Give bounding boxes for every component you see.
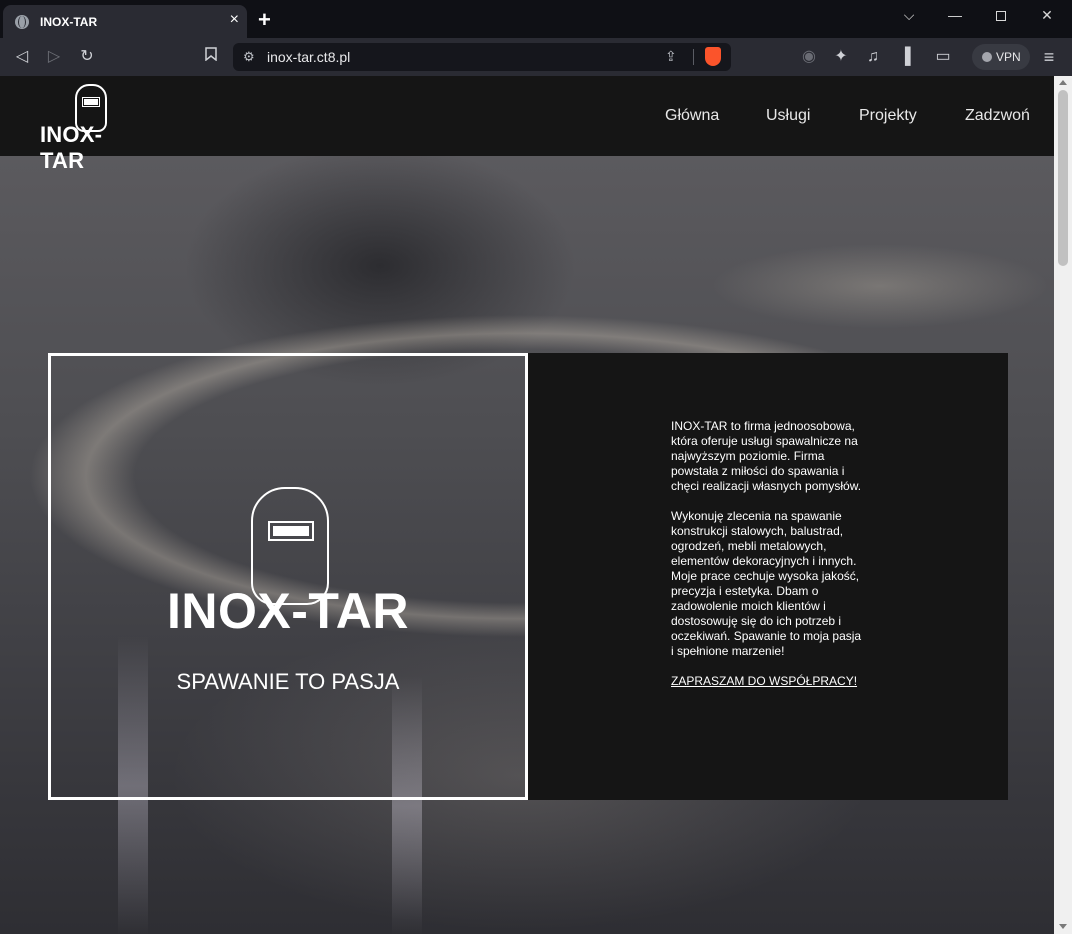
scroll-up-arrow-icon[interactable] bbox=[1059, 80, 1067, 85]
nav-link-uslugi[interactable]: Usługi bbox=[766, 107, 810, 125]
browser-tab[interactable]: INOX-TAR × bbox=[3, 5, 247, 38]
brave-rewards-icon[interactable]: ◉ bbox=[799, 47, 819, 67]
wallet-icon[interactable]: ▭ bbox=[933, 47, 953, 67]
tab-search-chevron-icon[interactable]: ⌵ bbox=[886, 0, 932, 32]
extensions-icon[interactable]: ✦ bbox=[831, 47, 851, 67]
browser-toolbar: ◁ ▷ ↻ ⚙ inox-tar.ct8.pl ⇪ ◉ ✦ ♫ ▐ ▭ VPN … bbox=[0, 38, 1072, 76]
address-bar[interactable]: ⚙ inox-tar.ct8.pl ⇪ bbox=[233, 43, 731, 71]
close-window-button[interactable]: ✕ bbox=[1024, 0, 1070, 32]
hero-title: INOX-TAR bbox=[167, 583, 409, 639]
address-bar-divider bbox=[693, 49, 694, 65]
tab-title: INOX-TAR bbox=[40, 15, 98, 29]
about-panel: INOX-TAR to firma jednoosobowa, która of… bbox=[528, 353, 1008, 800]
cooperation-cta-link[interactable]: ZAPRASZAM DO WSPÓŁPRACY! bbox=[671, 674, 857, 688]
brave-shields-icon[interactable] bbox=[705, 47, 721, 66]
hero-intro-frame: INOX-TAR SPAWANIE TO PASJA bbox=[48, 353, 528, 800]
helmet-visor-icon bbox=[268, 521, 314, 541]
sidebar-icon[interactable]: ▐ bbox=[895, 47, 915, 67]
maximize-button[interactable] bbox=[978, 0, 1024, 32]
site-logo[interactable]: INOX-TAR bbox=[40, 84, 150, 173]
back-icon[interactable]: ◁ bbox=[12, 47, 32, 67]
about-paragraph: INOX-TAR to firma jednoosobowa, która of… bbox=[671, 419, 862, 493]
share-icon[interactable]: ⇪ bbox=[665, 48, 677, 65]
scroll-down-arrow-icon[interactable] bbox=[1059, 924, 1067, 929]
tab-strip: INOX-TAR × + ⌵ — ✕ bbox=[0, 0, 1072, 38]
site-navbar: INOX-TAR Główna Usługi Projekty Zadzwoń bbox=[0, 76, 1054, 173]
nav-link-zadzwon[interactable]: Zadzwoń bbox=[965, 107, 1030, 125]
nav-link-glowna[interactable]: Główna bbox=[665, 107, 719, 125]
minimize-button[interactable]: — bbox=[932, 0, 978, 32]
vpn-button[interactable]: VPN bbox=[972, 44, 1030, 70]
bookmark-icon[interactable] bbox=[201, 47, 221, 67]
new-tab-button[interactable]: + bbox=[258, 9, 271, 31]
tab-close-icon[interactable]: × bbox=[230, 11, 239, 29]
nav-link-projekty[interactable]: Projekty bbox=[859, 107, 917, 125]
reload-icon[interactable]: ↻ bbox=[77, 47, 97, 67]
forward-icon[interactable]: ▷ bbox=[44, 47, 64, 67]
helmet-visor-icon bbox=[82, 97, 100, 107]
about-paragraph: Wykonuję zlecenia na spawanie konstrukcj… bbox=[671, 509, 862, 658]
globe-icon bbox=[15, 15, 29, 29]
scrollbar-thumb[interactable] bbox=[1058, 90, 1068, 266]
site-settings-icon[interactable]: ⚙ bbox=[243, 49, 255, 65]
page-viewport: INOX-TAR Główna Usługi Projekty Zadzwoń … bbox=[0, 76, 1054, 934]
media-icon[interactable]: ♫ bbox=[863, 47, 883, 67]
logo-text: INOX-TAR bbox=[40, 122, 103, 173]
browser-window: INOX-TAR × + ⌵ — ✕ ◁ ▷ ↻ ⚙ inox-tar.ct8.… bbox=[0, 0, 1072, 934]
menu-icon[interactable]: ≡ bbox=[1039, 47, 1059, 67]
about-text: INOX-TAR to firma jednoosobowa, która of… bbox=[671, 419, 867, 689]
vpn-label: VPN bbox=[996, 50, 1021, 64]
vpn-status-icon bbox=[982, 52, 992, 62]
url-text[interactable]: inox-tar.ct8.pl bbox=[267, 49, 350, 65]
hero-tagline: SPAWANIE TO PASJA bbox=[176, 669, 400, 694]
maximize-icon bbox=[996, 11, 1006, 22]
page-scrollbar[interactable] bbox=[1054, 76, 1072, 934]
